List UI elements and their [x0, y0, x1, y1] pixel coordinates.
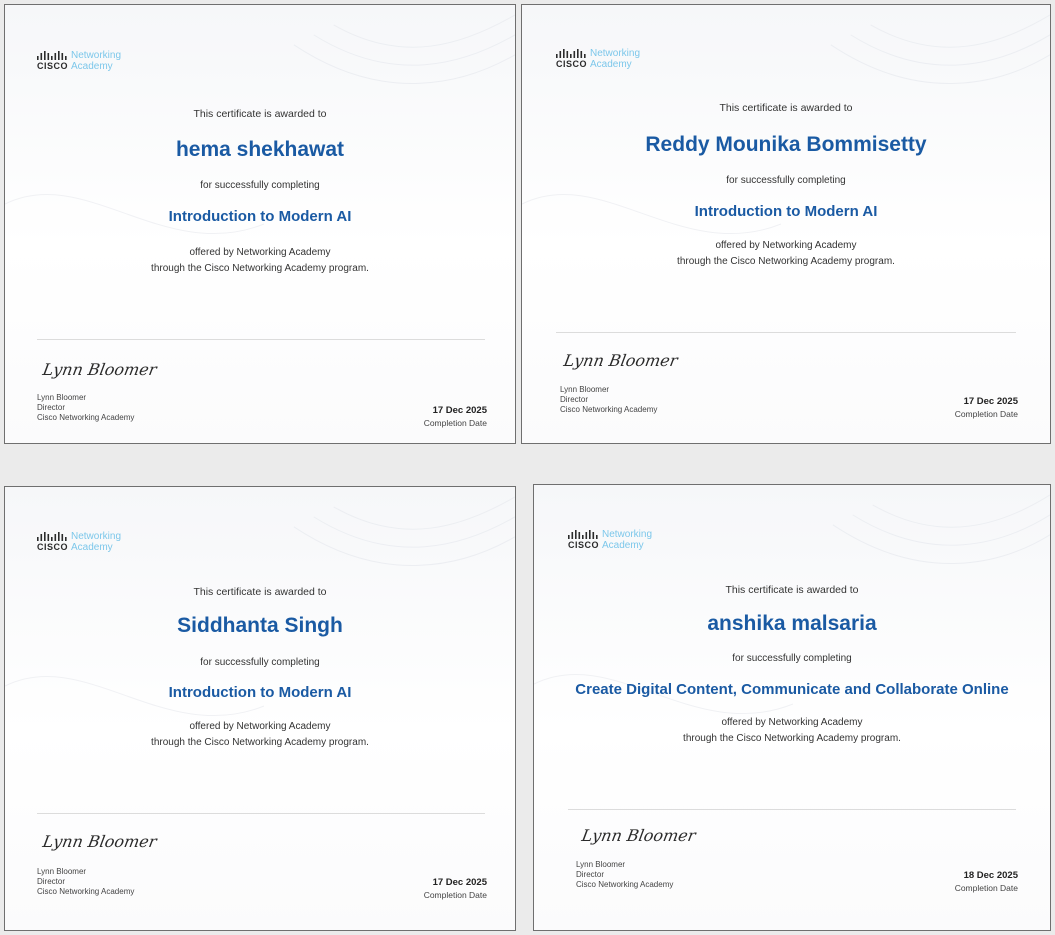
completion-date-label: Completion Date: [423, 890, 487, 900]
offered-text: offered by Networking Academy through the…: [683, 717, 901, 744]
certificate-card-2: CISCO Networking Academy This certificate…: [521, 4, 1051, 444]
completing-text: for successfully completing: [732, 653, 852, 664]
awarded-text: This certificate is awarded to: [725, 584, 859, 596]
signer-info: Lynn Bloomer Director Cisco Networking Aca…: [37, 393, 135, 422]
certificate-card-4: CISCO Networking Academy This certificate…: [533, 484, 1051, 931]
completion-date: 18 Dec 2025: [963, 870, 1018, 881]
offered-text: offered by Networking Academy through the…: [677, 240, 895, 267]
recipient-name: Siddhanta Singh: [177, 614, 343, 637]
background-swirl: [522, 14, 1050, 235]
divider: [568, 809, 1016, 810]
awarded-text: This certificate is awarded to: [193, 586, 327, 598]
awarded-text: This certificate is awarded to: [719, 102, 853, 114]
background-swirl: [5, 496, 515, 717]
course-title: Introduction to Modern AI: [168, 684, 352, 701]
signature: Lynn Bloomer: [41, 360, 159, 379]
certificate-card-3: CISCO Networking Academy This certificate…: [4, 486, 516, 931]
certificate-card-1: CISCO Networking Academy This certificate…: [4, 4, 516, 444]
cisco-bars-icon: [568, 530, 598, 539]
completion-date-label: Completion Date: [954, 409, 1018, 419]
signer-info: Lynn Bloomer Director Cisco Networking Aca…: [576, 860, 674, 889]
offered-text: offered by Networking Academy through the…: [151, 721, 369, 748]
completion-date: 17 Dec 2025: [963, 396, 1018, 407]
cisco-logo: CISCO Networking Academy: [568, 529, 652, 551]
cisco-logo: CISCO Networking Academy: [37, 50, 121, 72]
logo-program-name: Networking Academy: [590, 48, 641, 70]
completing-text: for successfully completing: [200, 657, 320, 668]
completion-date-block: 17 Dec 2025 Completion Date: [424, 877, 487, 900]
awarded-text: This certificate is awarded to: [193, 108, 327, 120]
cisco-logo: CISCO Networking Academy: [37, 531, 121, 553]
completion-date-block: 17 Dec 2025 Completion Date: [424, 405, 487, 428]
divider: [37, 813, 485, 814]
logo-program-name: Networking Academy: [602, 529, 653, 551]
completion-date: 17 Dec 2025: [432, 877, 487, 888]
logo-brand: CISCO: [568, 540, 600, 550]
signature: Lynn Bloomer: [562, 351, 680, 370]
divider: [37, 339, 485, 340]
cisco-bars-icon: [37, 532, 67, 541]
offered-text: offered by Networking Academy through the…: [151, 247, 369, 274]
cisco-bars-icon: [37, 51, 67, 60]
course-title: Create Digital Content, Communicate and …: [575, 681, 1009, 698]
logo-program-name: Networking Academy: [71, 50, 122, 72]
logo-brand: CISCO: [37, 542, 69, 552]
completion-date-label: Completion Date: [423, 418, 487, 428]
completion-date-block: 17 Dec 2025 Completion Date: [955, 396, 1018, 419]
cisco-logo: CISCO Networking Academy: [556, 48, 640, 70]
completion-date-block: 18 Dec 2025 Completion Date: [955, 870, 1018, 893]
completion-date: 17 Dec 2025: [432, 405, 487, 416]
course-title: Introduction to Modern AI: [168, 208, 352, 225]
logo-brand: CISCO: [556, 59, 588, 69]
recipient-name: hema shekhawat: [175, 138, 345, 161]
logo-program-name: Networking Academy: [71, 531, 122, 553]
signature: Lynn Bloomer: [41, 832, 159, 851]
cisco-bars-icon: [556, 49, 586, 58]
logo-brand: CISCO: [37, 61, 69, 71]
recipient-name: Reddy Mounika Bommisetty: [645, 133, 927, 156]
signer-info: Lynn Bloomer Director Cisco Networking Aca…: [560, 385, 658, 414]
recipient-name: anshika malsaria: [707, 612, 877, 635]
completing-text: for successfully completing: [726, 175, 846, 186]
completion-date-label: Completion Date: [954, 883, 1018, 893]
signature: Lynn Bloomer: [580, 826, 698, 845]
course-title: Introduction to Modern AI: [694, 203, 878, 220]
divider: [556, 332, 1016, 333]
signer-info: Lynn Bloomer Director Cisco Networking Aca…: [37, 867, 135, 896]
completing-text: for successfully completing: [200, 180, 320, 191]
